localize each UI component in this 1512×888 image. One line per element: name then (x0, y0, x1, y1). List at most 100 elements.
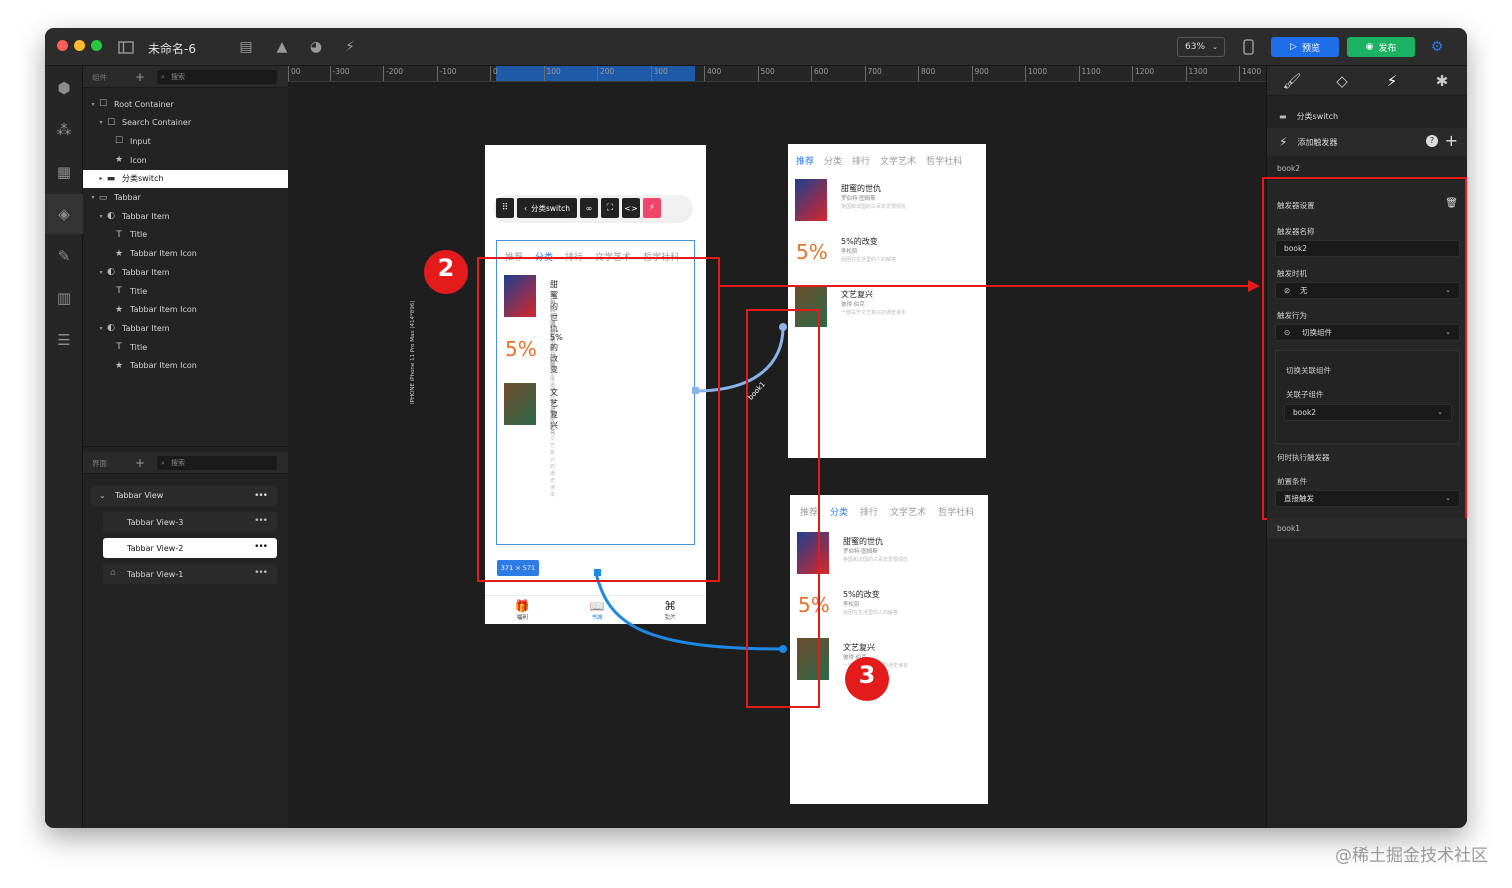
layer-item[interactable]: ▾ ☐ Root Container (83, 95, 288, 113)
book-cover[interactable] (797, 532, 829, 574)
category-tab[interactable]: 哲学社科 (926, 154, 962, 174)
book-author: 彼得·伯克 (843, 655, 867, 661)
drag-handle-icon[interactable]: ⠿ (496, 198, 514, 218)
add-trigger-button[interactable]: + (1445, 131, 1458, 150)
maximize-window-button[interactable] (91, 40, 102, 51)
fullscreen-icon[interactable]: ⛶ (600, 198, 619, 218)
settings-sliders-icon[interactable]: ⚙ (1427, 38, 1447, 56)
category-tab[interactable]: 排行 (852, 154, 870, 174)
cube-icon[interactable]: ⬢ (45, 68, 83, 108)
book-cover[interactable]: 5% (797, 585, 830, 627)
layer-item[interactable]: ★ Tabbar Item Icon (83, 357, 288, 375)
category-tab[interactable]: 文学艺术 (880, 154, 916, 174)
interaction-icon[interactable]: ⚡ (340, 38, 360, 56)
main-phone-artboard[interactable]: ⠿ ‹ 分类switch ∞ ⛶ <> ⚡ 推荐 分类 排行 文学艺术 哲学社科 甜蜜的世… (485, 145, 706, 624)
book-cover[interactable] (504, 383, 536, 425)
layer-item[interactable]: ▾ ◐ Tabbar Item (83, 207, 288, 225)
components-icon[interactable]: ⁂ (45, 110, 83, 150)
bolt-icon[interactable]: ⚡ (1367, 66, 1417, 96)
book-cover[interactable]: 5% (504, 329, 537, 371)
more-icon[interactable]: ••• (254, 568, 268, 578)
category-tab[interactable]: 哲学社科 (938, 505, 974, 525)
minimize-window-button[interactable] (74, 40, 85, 51)
chevron-down-icon[interactable]: ▾ (89, 194, 97, 201)
code-icon[interactable]: ◇ (1317, 66, 1367, 96)
page-item[interactable]: Tabbar View-3 ••• (103, 512, 277, 532)
chevron-right-icon[interactable]: ▸ (97, 175, 105, 182)
design-canvas[interactable]: ⠿ ‹ 分类switch ∞ ⛶ <> ⚡ 推荐 分类 排行 文学艺术 哲学社科 甜蜜的世… (288, 82, 1266, 828)
publish-button[interactable]: ◉ 发布 (1347, 37, 1415, 57)
code-icon[interactable]: <> (621, 198, 640, 218)
layer-item[interactable]: ★ Icon (83, 151, 288, 169)
layer-item[interactable]: T Title (83, 338, 288, 356)
preview-button[interactable]: ▷ 预览 (1271, 37, 1339, 57)
book-cover[interactable] (797, 638, 829, 680)
help-icon[interactable]: ? (1426, 135, 1438, 147)
shape-icon[interactable]: ▲ (273, 38, 291, 56)
device-preview-icon[interactable] (1241, 38, 1255, 56)
add-page-button[interactable]: + (131, 455, 149, 471)
component-name-chip[interactable]: ‹ 分类switch (517, 198, 577, 218)
zoom-select[interactable]: 63% ⌄ (1177, 37, 1225, 57)
trigger-item-book1[interactable]: book1 (1267, 518, 1467, 538)
assets-icon[interactable]: ◕ (307, 38, 325, 56)
layer-item[interactable]: ▾ ◐ Tabbar Item (83, 263, 288, 281)
layer-item[interactable]: ▾ ☐ Search Container (83, 114, 288, 132)
list-icon[interactable]: ☰ (45, 320, 83, 360)
brush-icon[interactable]: 🖌 (1267, 66, 1317, 96)
category-tab[interactable]: 推荐 (796, 154, 814, 174)
more-icon[interactable]: ••• (254, 542, 268, 552)
page-icon[interactable]: ▥ (45, 278, 83, 318)
more-icon[interactable]: ••• (254, 516, 268, 526)
bolt-icon[interactable]: ⚡ (642, 198, 661, 218)
chevron-down-icon[interactable]: ▾ (97, 213, 105, 220)
grid-icon[interactable]: ▦ (45, 152, 83, 192)
book1-artboard[interactable]: 推荐 分类 排行 文学艺术 哲学社科 甜蜜的世仇 罗伯特·图姆斯 英国和法国的三百年爱恨情仇… (790, 495, 988, 804)
layer-item[interactable]: ▾ ▭ Tabbar (83, 189, 288, 207)
layer-item[interactable]: ★ Tabbar Item Icon (83, 245, 288, 263)
book2-artboard[interactable]: 推荐 分类 排行 文学艺术 哲学社科 甜蜜的世仇 罗伯特·图姆斯 英国和法国的三百年爱恨情仇… (788, 144, 986, 458)
layer-item[interactable]: ▸ ▬ 分类switch (83, 169, 288, 188)
layer-item[interactable]: ▾ ◐ Tabbar Item (83, 319, 288, 337)
category-tab[interactable]: 推荐 (505, 250, 523, 270)
book-cover[interactable] (795, 179, 827, 221)
page-search-input[interactable]: ⌕ 搜索 (157, 456, 277, 470)
tabbar-item-welfare[interactable]: 🎁 福利 (515, 599, 530, 621)
trigger-item-book2[interactable]: book2 (1267, 158, 1467, 178)
category-tab[interactable]: 推荐 (800, 505, 818, 525)
chevron-down-icon[interactable]: ▾ (97, 119, 105, 126)
sidebar-toggle-icon[interactable] (117, 38, 135, 56)
layer-item[interactable]: ☐ Input (83, 132, 288, 150)
book-cover[interactable]: 5% (795, 232, 828, 274)
category-tab[interactable]: 排行 (860, 505, 878, 525)
category-tab[interactable]: 排行 (565, 250, 583, 270)
layer-label: Root Container (114, 99, 174, 109)
more-icon[interactable]: ••• (254, 486, 268, 506)
chevron-down-icon[interactable]: ▾ (97, 325, 105, 332)
layers-icon[interactable]: ◈ (45, 194, 83, 234)
book-cover[interactable] (795, 285, 827, 327)
component-search-input[interactable]: ⌕ 搜索 (157, 70, 277, 84)
category-tab[interactable]: 分类 (824, 154, 842, 174)
category-tab[interactable]: 分类 (535, 250, 553, 270)
layer-item[interactable]: T Title (83, 226, 288, 244)
add-component-button[interactable]: + (131, 69, 149, 85)
category-tab[interactable]: 分类 (830, 505, 848, 525)
category-tab[interactable]: 文学艺术 (595, 250, 631, 270)
page-item[interactable]: Tabbar View-2 ••• (103, 538, 277, 558)
page-group-tabbar-view[interactable]: ⌄ Tabbar View ••• (91, 486, 277, 506)
bug-icon[interactable]: ✱ (1417, 66, 1467, 96)
page-item[interactable]: ⌂ Tabbar View-1 ••• (103, 564, 277, 584)
layer-item[interactable]: T Title (83, 282, 288, 300)
link-icon[interactable]: ∞ (579, 198, 598, 218)
close-window-button[interactable] (57, 40, 68, 51)
tabbar-item-bookstore[interactable]: 📖 书城 (589, 599, 604, 621)
book-cover[interactable] (504, 275, 536, 317)
chevron-down-icon[interactable]: ▾ (97, 269, 105, 276)
category-tab[interactable]: 哲学社科 (643, 250, 679, 270)
chevron-down-icon[interactable]: ▾ (89, 101, 97, 108)
layer-item[interactable]: ★ Tabbar Item Icon (83, 301, 288, 319)
document-icon[interactable]: ▤ (237, 38, 255, 56)
pin-icon[interactable]: ✎ (45, 236, 83, 276)
category-tab[interactable]: 文学艺术 (890, 505, 926, 525)
